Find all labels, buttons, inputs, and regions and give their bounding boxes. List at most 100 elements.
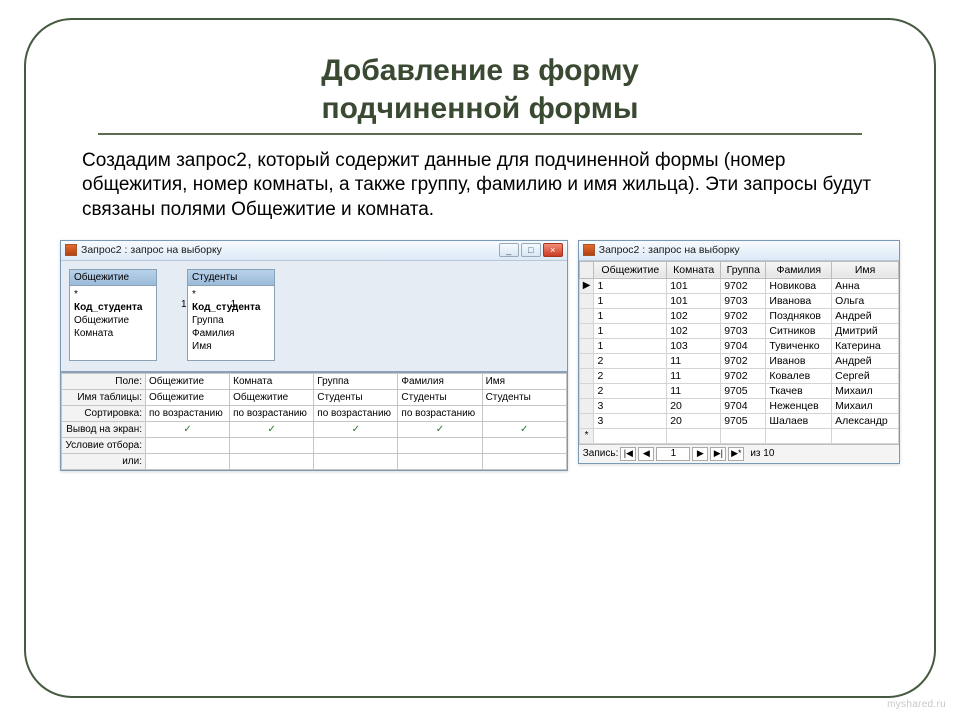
cell[interactable]: по возрастанию — [146, 405, 230, 421]
cell[interactable]: 101 — [667, 278, 721, 293]
cell[interactable] — [482, 437, 566, 453]
table-row[interactable]: 3209705ШалаевАлександр — [579, 413, 898, 428]
cell[interactable]: 9705 — [721, 383, 766, 398]
row-selector[interactable] — [579, 323, 594, 338]
cell[interactable]: Неженцев — [766, 398, 832, 413]
col-header[interactable]: Общежитие — [594, 261, 667, 278]
cell[interactable]: 102 — [667, 308, 721, 323]
show-checkbox[interactable]: ✓ — [146, 421, 230, 437]
cell[interactable]: Дмитрий — [832, 323, 899, 338]
table-row[interactable]: 11039704ТувиченкоКатерина — [579, 338, 898, 353]
cell[interactable]: 20 — [667, 413, 721, 428]
cell[interactable] — [398, 453, 482, 469]
nav-prev-button[interactable]: ◀ — [638, 447, 654, 461]
cell[interactable]: по возрастанию — [314, 405, 398, 421]
col-header[interactable]: Комната — [667, 261, 721, 278]
cell[interactable]: 3 — [594, 398, 667, 413]
cell[interactable]: Иванов — [766, 353, 832, 368]
cell[interactable]: 9702 — [721, 278, 766, 293]
cell[interactable] — [314, 437, 398, 453]
row-selector[interactable] — [579, 383, 594, 398]
col-header[interactable]: Имя — [832, 261, 899, 278]
cell[interactable]: Михаил — [832, 398, 899, 413]
cell[interactable]: Поздняков — [766, 308, 832, 323]
cell[interactable] — [667, 428, 721, 443]
cell[interactable]: 9702 — [721, 308, 766, 323]
minimize-button[interactable]: _ — [499, 243, 519, 257]
row-selector[interactable] — [579, 308, 594, 323]
cell[interactable]: 3 — [594, 413, 667, 428]
nav-first-button[interactable]: |◀ — [620, 447, 636, 461]
show-checkbox[interactable]: ✓ — [482, 421, 566, 437]
cell[interactable]: 2 — [594, 353, 667, 368]
field-1[interactable]: Общежитие — [74, 314, 152, 327]
row-selector[interactable] — [579, 293, 594, 308]
cell[interactable] — [721, 428, 766, 443]
cell[interactable]: Студенты — [398, 389, 482, 405]
cell[interactable]: Общежитие — [146, 389, 230, 405]
cell[interactable]: 1 — [594, 278, 667, 293]
table-row[interactable]: 11019703ИвановаОльга — [579, 293, 898, 308]
cell[interactable] — [146, 453, 230, 469]
field-pk[interactable]: Код_студента — [74, 301, 152, 314]
cell[interactable]: Ткачев — [766, 383, 832, 398]
cell[interactable]: Шалаев — [766, 413, 832, 428]
field-star[interactable]: * — [74, 288, 152, 301]
row-selector[interactable]: ▶ — [579, 278, 594, 293]
cell[interactable]: 1 — [594, 338, 667, 353]
datasheet-table[interactable]: Общежитие Комната Группа Фамилия Имя ▶11… — [579, 261, 899, 444]
cell[interactable]: 102 — [667, 323, 721, 338]
cell[interactable]: по возрастанию — [398, 405, 482, 421]
nav-current-input[interactable]: 1 — [656, 447, 690, 461]
cell[interactable]: 11 — [667, 368, 721, 383]
col-header[interactable]: Фамилия — [766, 261, 832, 278]
cell[interactable]: Студенты — [314, 389, 398, 405]
cell[interactable] — [594, 428, 667, 443]
window-titlebar[interactable]: Запрос2 : запрос на выборку _ □ × — [61, 241, 567, 261]
cell[interactable]: 9702 — [721, 353, 766, 368]
cell[interactable]: Ситников — [766, 323, 832, 338]
cell[interactable]: Имя — [482, 373, 566, 389]
table-row[interactable]: 3209704НеженцевМихаил — [579, 398, 898, 413]
cell[interactable]: Михаил — [832, 383, 899, 398]
cell[interactable]: 9703 — [721, 323, 766, 338]
field-1[interactable]: Группа — [192, 314, 270, 327]
cell[interactable]: 101 — [667, 293, 721, 308]
row-selector[interactable] — [579, 338, 594, 353]
cell[interactable]: 2 — [594, 383, 667, 398]
design-grid[interactable]: Поле: Общежитие Комната Группа Фамилия И… — [61, 371, 567, 470]
nav-new-button[interactable]: ▶* — [728, 447, 744, 461]
field-3[interactable]: Имя — [192, 340, 270, 353]
table-row[interactable]: 2119702КовалевСергей — [579, 368, 898, 383]
cell[interactable]: 1 — [594, 293, 667, 308]
table-row[interactable]: 2119705ТкачевМихаил — [579, 383, 898, 398]
cell[interactable] — [230, 453, 314, 469]
table-row[interactable]: ▶11019702НовиковаАнна — [579, 278, 898, 293]
cell[interactable] — [314, 453, 398, 469]
cell[interactable]: 9702 — [721, 368, 766, 383]
cell[interactable] — [832, 428, 899, 443]
maximize-button[interactable]: □ — [521, 243, 541, 257]
cell[interactable]: Александр — [832, 413, 899, 428]
cell[interactable]: Сергей — [832, 368, 899, 383]
table-box-obshchezhitie[interactable]: Общежитие * Код_студента Общежитие Комна… — [69, 269, 157, 361]
cell[interactable] — [398, 437, 482, 453]
show-checkbox[interactable]: ✓ — [314, 421, 398, 437]
nav-next-button[interactable]: ▶ — [692, 447, 708, 461]
cell[interactable] — [230, 437, 314, 453]
cell[interactable]: Катерина — [832, 338, 899, 353]
cell[interactable]: по возрастанию — [230, 405, 314, 421]
new-row[interactable]: * — [579, 428, 898, 443]
row-selector[interactable] — [579, 398, 594, 413]
cell[interactable]: 9704 — [721, 338, 766, 353]
field-2[interactable]: Фамилия — [192, 327, 270, 340]
cell[interactable]: 9705 — [721, 413, 766, 428]
field-2[interactable]: Комната — [74, 327, 152, 340]
nav-last-button[interactable]: ▶| — [710, 447, 726, 461]
cell[interactable]: Тувиченко — [766, 338, 832, 353]
window-titlebar[interactable]: Запрос2 : запрос на выборку — [579, 241, 899, 261]
row-selector[interactable] — [579, 353, 594, 368]
row-selector[interactable] — [579, 368, 594, 383]
table-row[interactable]: 11029702ПоздняковАндрей — [579, 308, 898, 323]
cell[interactable] — [146, 437, 230, 453]
